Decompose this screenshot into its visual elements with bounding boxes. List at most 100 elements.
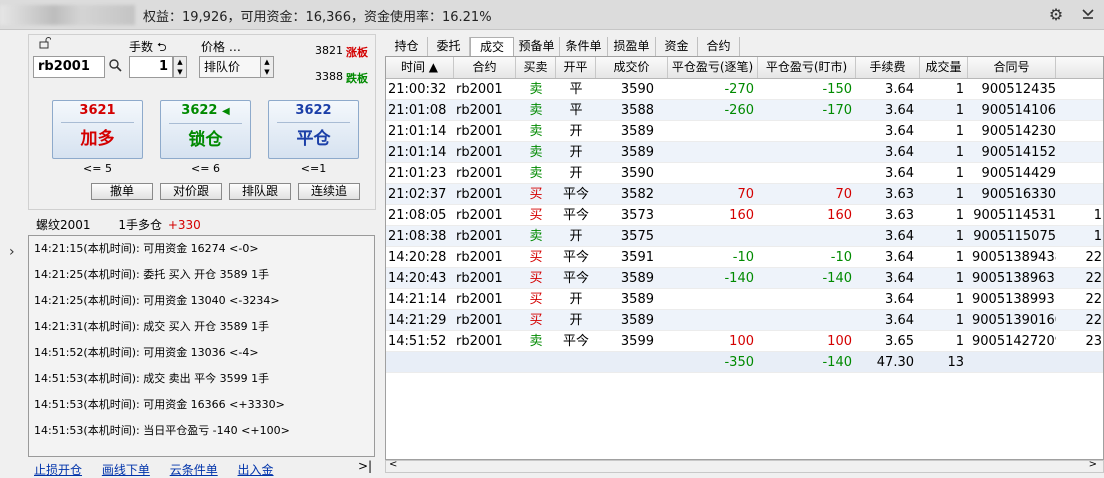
add-long-button[interactable]: 3621 加多: [52, 100, 143, 159]
add-long-label: 加多: [80, 129, 115, 149]
table-row[interactable]: 21:01:23 rb2001 卖 开 3590 3.64 1 900514429: [386, 163, 1103, 184]
header-openclose[interactable]: 开平: [556, 57, 596, 78]
follow-queue-price-button[interactable]: 排队跟: [229, 183, 291, 200]
tab-condition-orders[interactable]: 条件单: [560, 37, 608, 56]
cell-pnl-mtm: [758, 226, 852, 247]
gear-icon[interactable]: ⚙: [1046, 5, 1066, 25]
tab-stop-orders[interactable]: 损盈单: [608, 37, 656, 56]
cell-price: 3589: [620, 145, 654, 160]
table-row[interactable]: 14:51:52 rb2001 卖 平今 3599 100 100 3.65 1 90051427…: [386, 331, 1103, 352]
tab-prepared-orders[interactable]: 预备单: [514, 37, 560, 56]
cell-volume: 1: [955, 187, 964, 202]
position-pnl: +330: [167, 218, 201, 232]
draw-line-order-link[interactable]: 画线下单: [102, 463, 150, 477]
lock-position-limit: <= 6: [191, 162, 220, 175]
cell-pnl-mtm: -170: [822, 103, 852, 118]
follow-counter-price-button[interactable]: 对价跟: [160, 183, 222, 200]
table-row[interactable]: 21:00:32 rb2001 卖 平 3590 -270 -150 3.64 1 9005124…: [386, 79, 1103, 100]
cell-contract: rb2001: [456, 82, 503, 97]
total-pnl-trade: -350: [724, 355, 754, 370]
close-position-label: 平仓: [296, 129, 331, 149]
cell-fee: 3.64: [885, 124, 914, 139]
cell-volume: 1: [955, 145, 964, 160]
cell-openclose: 平今: [562, 208, 589, 223]
cell-pnl-trade: [668, 289, 754, 310]
search-icon[interactable]: [109, 59, 122, 75]
continuous-chase-button[interactable]: 连续追: [298, 183, 360, 200]
contract-input[interactable]: rb2001: [33, 56, 105, 78]
header-pnl-mtm[interactable]: 平仓盈亏(盯市): [758, 57, 856, 78]
cell-pnl-trade: [668, 121, 754, 142]
stop-loss-open-link[interactable]: 止损开仓: [34, 463, 82, 477]
table-row[interactable]: 14:20:43 rb2001 买 平今 3589 -140 -140 3.64 1 900513…: [386, 268, 1103, 289]
table-row[interactable]: 21:08:05 rb2001 买 平今 3573 160 160 3.63 1 90051145…: [386, 205, 1103, 226]
price-stepper[interactable]: ▲ ▼: [260, 56, 274, 78]
tab-positions[interactable]: 持仓: [386, 37, 428, 56]
price-type-select[interactable]: 排队价: [199, 56, 261, 78]
header-price[interactable]: 成交价: [596, 57, 668, 78]
cell-side: 卖: [529, 334, 543, 349]
cell-contract: rb2001: [456, 145, 503, 160]
table-row[interactable]: 21:01:08 rb2001 卖 平 3588 -260 -170 3.64 1 9005141…: [386, 100, 1103, 121]
cell-contract-no: 900514106: [981, 103, 1056, 118]
tab-orders[interactable]: 委托: [428, 37, 470, 56]
cell-time: 21:01:08: [388, 103, 447, 118]
qty-label: 手数: [129, 40, 154, 54]
cell-extra: [1058, 121, 1102, 142]
cell-pnl-mtm: 100: [827, 334, 852, 349]
table-row[interactable]: 21:01:14 rb2001 卖 开 3589 3.64 1 900514152: [386, 142, 1103, 163]
header-contract-no[interactable]: 合同号: [968, 57, 1056, 78]
tab-trades[interactable]: 成交: [470, 37, 514, 56]
cell-pnl-trade: 100: [729, 334, 754, 349]
table-row[interactable]: 14:20:28 rb2001 买 平今 3591 -10 -10 3.64 1 90051389…: [386, 247, 1103, 268]
cell-extra: [1058, 142, 1102, 163]
cell-extra: 1: [1093, 208, 1102, 223]
cell-openclose: 开: [569, 124, 583, 139]
cell-side: 买: [529, 292, 543, 307]
cell-extra: 22: [1085, 271, 1102, 286]
tab-funds[interactable]: 资金: [656, 37, 698, 56]
close-position-button[interactable]: 3622 平仓: [268, 100, 359, 159]
header-pnl-trade[interactable]: 平仓盈亏(逐笔): [668, 57, 758, 78]
cell-time: 21:08:05: [388, 208, 447, 223]
log-line: 14:21:15(本机时间): 可用资金 16274 <-0>: [34, 242, 259, 255]
cell-price: 3599: [620, 334, 654, 349]
cancel-order-button[interactable]: 撤单: [91, 183, 153, 200]
cell-side: 买: [529, 313, 543, 328]
cell-openclose: 开: [569, 145, 583, 160]
next-icon[interactable]: >|: [358, 459, 372, 473]
lock-position-button[interactable]: 3622 ◀ 锁仓: [160, 100, 251, 159]
header-time[interactable]: 时间 ▲: [386, 57, 454, 78]
cell-contract: rb2001: [456, 271, 503, 286]
qty-stepper[interactable]: ▲ ▼: [173, 56, 187, 78]
header-side[interactable]: 买卖: [516, 57, 556, 78]
table-row[interactable]: 14:21:29 rb2001 买 开 3589 3.64 1 90051390160 22: [386, 310, 1103, 331]
horizontal-scrollbar[interactable]: < >: [385, 459, 1104, 473]
cell-contract-no: 90051427209: [972, 334, 1056, 349]
tab-contracts[interactable]: 合约: [698, 37, 740, 56]
table-row[interactable]: 21:08:38 rb2001 卖 开 3575 3.64 1 9005115075 1: [386, 226, 1103, 247]
table-row[interactable]: 14:21:14 rb2001 买 开 3589 3.64 1 90051389931 22: [386, 289, 1103, 310]
header-volume[interactable]: 成交量: [920, 57, 968, 78]
chevron-down-icon[interactable]: [1078, 5, 1098, 25]
scroll-left-icon[interactable]: <: [389, 459, 397, 470]
header-fee[interactable]: 手续费: [856, 57, 920, 78]
table-row[interactable]: 21:02:37 rb2001 买 平今 3582 70 70 3.63 1 900516330: [386, 184, 1103, 205]
unlock-icon[interactable]: [39, 37, 52, 52]
total-pnl-mtm: -140: [822, 355, 852, 370]
cell-contract-no: 900516330: [981, 187, 1056, 202]
cell-pnl-trade: -10: [732, 250, 754, 265]
cell-contract-no: 90051389631: [972, 271, 1056, 286]
cell-price: 3591: [620, 250, 654, 265]
price-label[interactable]: 价格 …: [201, 38, 241, 55]
table-row[interactable]: 21:01:14 rb2001 卖 开 3589 3.64 1 900514230: [386, 121, 1103, 142]
qty-input[interactable]: 1: [129, 56, 173, 78]
cloud-condition-order-link[interactable]: 云条件单: [170, 463, 218, 477]
cell-openclose: 平: [569, 103, 583, 118]
header-contract[interactable]: 合约: [454, 57, 516, 78]
cell-volume: 1: [955, 292, 964, 307]
deposit-withdraw-link[interactable]: 出入金: [238, 463, 274, 477]
cell-pnl-mtm: [758, 142, 852, 163]
expand-panel-icon[interactable]: ›: [9, 244, 15, 260]
scroll-right-icon[interactable]: >: [1089, 459, 1097, 470]
